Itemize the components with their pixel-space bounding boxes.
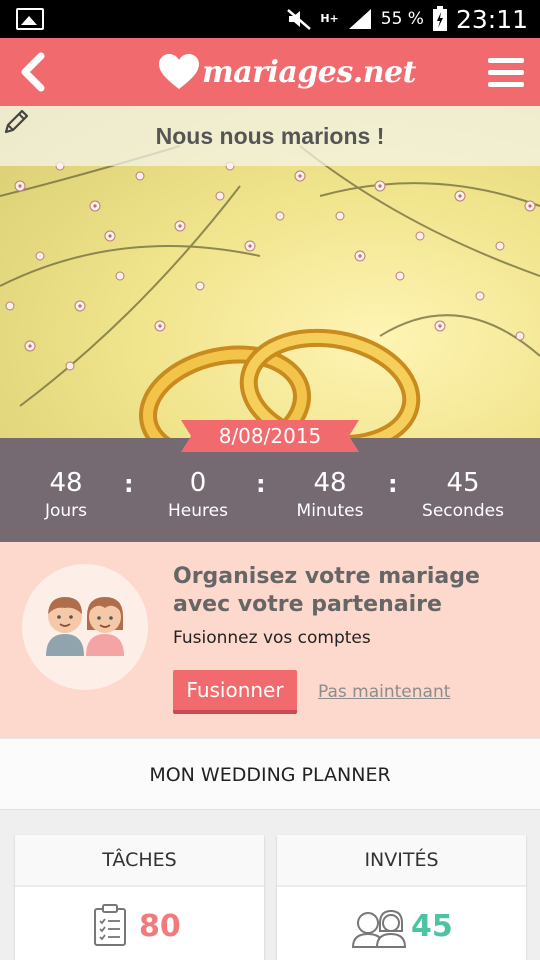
promo-title: Organisez votre mariage avec votre parte… <box>173 564 480 617</box>
not-now-link[interactable]: Pas maintenant <box>318 682 450 702</box>
countdown-value: 0 <box>189 468 207 498</box>
edit-pencil-icon[interactable] <box>0 106 32 138</box>
gallery-notification-icon <box>16 8 44 30</box>
card-title: INVITÉS <box>277 835 526 887</box>
menu-bar <box>488 69 524 75</box>
status-indicators: H+ 55 % 23:11 <box>286 0 528 38</box>
chevron-left-icon <box>21 52 45 92</box>
couple-avatar <box>22 564 148 690</box>
wedding-planner-header: MON WEDDING PLANNER <box>0 738 540 810</box>
menu-bar <box>488 81 524 87</box>
wedding-date-badge: 8/08/2015 <box>181 420 359 452</box>
countdown-minutes: 48 Minutes <box>270 468 390 524</box>
heart-icon <box>159 54 199 89</box>
countdown-separator: : <box>388 470 398 498</box>
menu-bar <box>488 57 524 63</box>
network-type: H+ <box>320 12 339 25</box>
card-body: 45 <box>277 887 526 960</box>
countdown-label: Secondes <box>422 501 504 521</box>
countdown-hours: 0 Heures <box>138 468 258 524</box>
countdown-separator: : <box>256 470 266 498</box>
brand-logo: mariages.net <box>158 48 416 96</box>
app-bar: mariages.net <box>0 38 540 106</box>
countdown-value: 48 <box>313 468 347 498</box>
promo-subtitle: Fusionnez vos comptes <box>173 628 371 648</box>
clipboard-icon <box>94 904 126 946</box>
countdown-label: Minutes <box>296 501 364 521</box>
merge-accounts-button[interactable]: Fusionner <box>173 670 297 714</box>
card-body: 80 <box>15 887 264 960</box>
countdown-separator: : <box>124 470 134 498</box>
battery-icon <box>432 6 447 31</box>
countdown-label: Jours <box>44 501 88 521</box>
tasks-card[interactable]: TÂCHES 80 <box>15 835 264 960</box>
countdown-seconds: 45 Secondes <box>403 468 523 524</box>
guests-count: 45 <box>411 909 453 944</box>
battery-percent: 55 % <box>380 9 424 29</box>
page-title: Nous nous marions ! <box>155 123 385 149</box>
clock: 23:11 <box>455 4 528 34</box>
card-title: TÂCHES <box>15 835 264 887</box>
wedding-cover-image[interactable]: Nous nous marions ! <box>0 106 540 438</box>
countdown-label: Heures <box>168 501 228 521</box>
mute-icon <box>287 9 312 30</box>
guests-card[interactable]: INVITÉS 45 <box>277 835 526 960</box>
status-bar: H+ 55 % 23:11 <box>0 0 540 38</box>
logo-text: mariages.net <box>202 54 416 90</box>
guests-icon <box>351 909 407 948</box>
countdown-value: 48 <box>49 468 83 498</box>
tasks-count: 80 <box>139 909 181 944</box>
menu-button[interactable] <box>482 48 530 96</box>
wedding-date: 8/08/2015 <box>218 424 322 448</box>
couple-icon <box>46 597 124 656</box>
countdown-days: 48 Jours <box>6 468 126 524</box>
back-button[interactable] <box>10 48 58 96</box>
section-title: MON WEDDING PLANNER <box>149 764 391 786</box>
countdown-value: 45 <box>446 468 480 498</box>
signal-icon <box>348 9 371 29</box>
